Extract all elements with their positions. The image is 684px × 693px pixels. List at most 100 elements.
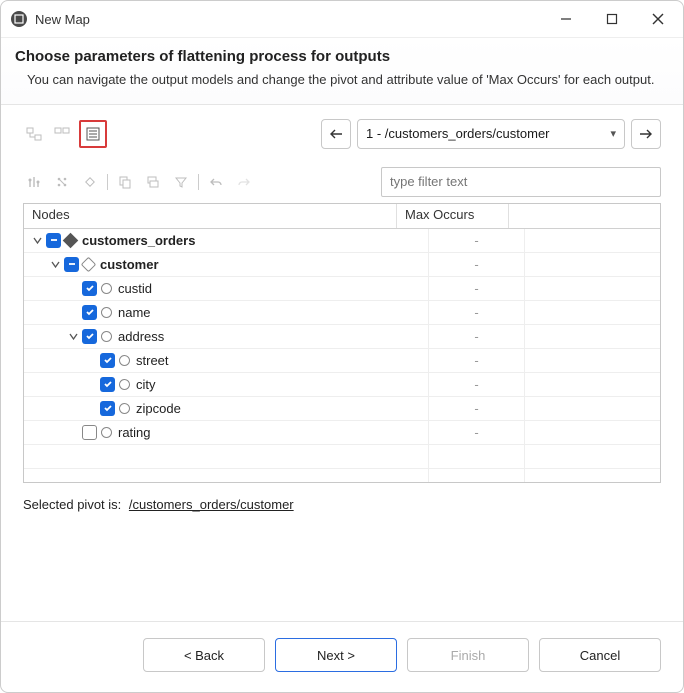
page-title: Choose parameters of flattening process … <box>15 48 669 65</box>
pivot-path: /customers_orders/customer <box>129 497 294 512</box>
view-icon-bar <box>23 120 107 148</box>
checkbox[interactable] <box>100 377 115 392</box>
next-button[interactable]: Next > <box>275 638 397 672</box>
expander-icon[interactable] <box>66 329 80 343</box>
wizard-header: Choose parameters of flattening process … <box>1 38 683 105</box>
column-header-empty <box>509 204 660 228</box>
table-row[interactable]: address - <box>24 325 660 349</box>
table-row <box>24 445 660 469</box>
checkbox[interactable] <box>82 281 97 296</box>
type-icon <box>119 379 130 390</box>
max-occurs-cell[interactable]: - <box>428 421 524 444</box>
next-output-button[interactable] <box>631 119 661 149</box>
list-view-icon[interactable] <box>82 123 104 145</box>
max-occurs-cell[interactable]: - <box>428 373 524 396</box>
expander-icon <box>66 305 80 319</box>
node-label: custid <box>118 281 152 296</box>
type-icon <box>101 331 112 342</box>
node-label: customer <box>100 257 159 272</box>
dialog-window: New Map Choose parameters of flattening … <box>0 0 684 693</box>
node-label: address <box>118 329 164 344</box>
diamond-icon[interactable] <box>79 171 101 193</box>
page-subtitle: You can navigate the output models and c… <box>15 71 669 90</box>
output-selector[interactable]: 1 - /customers_orders/customer ▾ <box>357 119 625 149</box>
max-occurs-cell[interactable]: - <box>428 397 524 420</box>
table-row[interactable]: rating - <box>24 421 660 445</box>
expander-icon <box>84 401 98 415</box>
pivot-label: Selected pivot is: <box>23 497 121 512</box>
max-occurs-cell[interactable]: - <box>428 277 524 300</box>
checkbox[interactable] <box>46 233 61 248</box>
type-icon <box>101 283 112 294</box>
app-icon <box>11 11 27 27</box>
highlighted-view-button <box>79 120 107 148</box>
table-row[interactable]: name- <box>24 301 660 325</box>
node-label: zipcode <box>136 401 181 416</box>
node-label: customers_orders <box>82 233 195 248</box>
expander-icon <box>84 353 98 367</box>
filter-icon[interactable] <box>170 171 192 193</box>
table-row <box>24 469 660 482</box>
wizard-footer: < Back Next > Finish Cancel <box>1 621 683 692</box>
selected-pivot: Selected pivot is: /customers_orders/cus… <box>23 497 661 512</box>
max-occurs-cell[interactable]: - <box>428 349 524 372</box>
undo-icon[interactable] <box>205 171 227 193</box>
table-header: Nodes Max Occurs <box>24 204 660 229</box>
expander-icon[interactable] <box>30 233 44 247</box>
type-icon <box>101 307 112 318</box>
back-button[interactable]: < Back <box>143 638 265 672</box>
table-row[interactable]: custid - <box>24 277 660 301</box>
settings-icon[interactable] <box>23 171 45 193</box>
max-occurs-cell[interactable]: - <box>428 229 524 252</box>
checkbox[interactable] <box>82 305 97 320</box>
chevron-down-icon: ▾ <box>610 127 616 140</box>
redo-icon[interactable] <box>233 171 255 193</box>
cancel-button[interactable]: Cancel <box>539 638 661 672</box>
sliders-icon[interactable] <box>51 171 73 193</box>
minimize-button[interactable] <box>543 1 589 37</box>
copy-icon[interactable] <box>114 171 136 193</box>
checkbox[interactable] <box>82 425 97 440</box>
table-row[interactable]: customers_orders - <box>24 229 660 253</box>
output-selector-value: 1 - /customers_orders/customer <box>366 126 550 141</box>
max-occurs-cell[interactable]: - <box>428 325 524 348</box>
expander-icon <box>66 281 80 295</box>
type-icon <box>81 257 97 273</box>
type-icon <box>119 355 130 366</box>
node-label: city <box>136 377 156 392</box>
expand-tree-icon[interactable] <box>23 123 45 145</box>
wizard-body: 1 - /customers_orders/customer ▾ <box>1 105 683 621</box>
table-row[interactable]: street - <box>24 349 660 373</box>
type-icon <box>101 427 112 438</box>
table-row[interactable]: city - <box>24 373 660 397</box>
prev-output-button[interactable] <box>321 119 351 149</box>
filter-input[interactable] <box>381 167 661 197</box>
checkbox[interactable] <box>64 257 79 272</box>
column-header-max[interactable]: Max Occurs <box>397 204 509 228</box>
stack-icon[interactable] <box>142 171 164 193</box>
checkbox[interactable] <box>82 329 97 344</box>
nodes-table: Nodes Max Occurs customers_orders-custom… <box>23 203 661 483</box>
window-title: New Map <box>35 12 543 27</box>
collapse-tree-icon[interactable] <box>51 123 73 145</box>
expander-icon <box>66 425 80 439</box>
node-label: rating <box>118 425 151 440</box>
type-icon <box>63 233 79 249</box>
table-row[interactable]: zipcode - <box>24 397 660 421</box>
tree-toolbar <box>23 171 255 193</box>
titlebar: New Map <box>1 1 683 38</box>
table-body: customers_orders-customer-custid-name-ad… <box>24 229 660 482</box>
checkbox[interactable] <box>100 353 115 368</box>
max-occurs-cell[interactable]: - <box>428 253 524 276</box>
expander-icon[interactable] <box>48 257 62 271</box>
expander-icon <box>84 377 98 391</box>
column-header-nodes[interactable]: Nodes <box>24 204 397 228</box>
type-icon <box>119 403 130 414</box>
node-label: street <box>136 353 169 368</box>
max-occurs-cell[interactable]: - <box>428 301 524 324</box>
table-row[interactable]: customer - <box>24 253 660 277</box>
close-button[interactable] <box>635 1 681 37</box>
finish-button: Finish <box>407 638 529 672</box>
maximize-button[interactable] <box>589 1 635 37</box>
checkbox[interactable] <box>100 401 115 416</box>
